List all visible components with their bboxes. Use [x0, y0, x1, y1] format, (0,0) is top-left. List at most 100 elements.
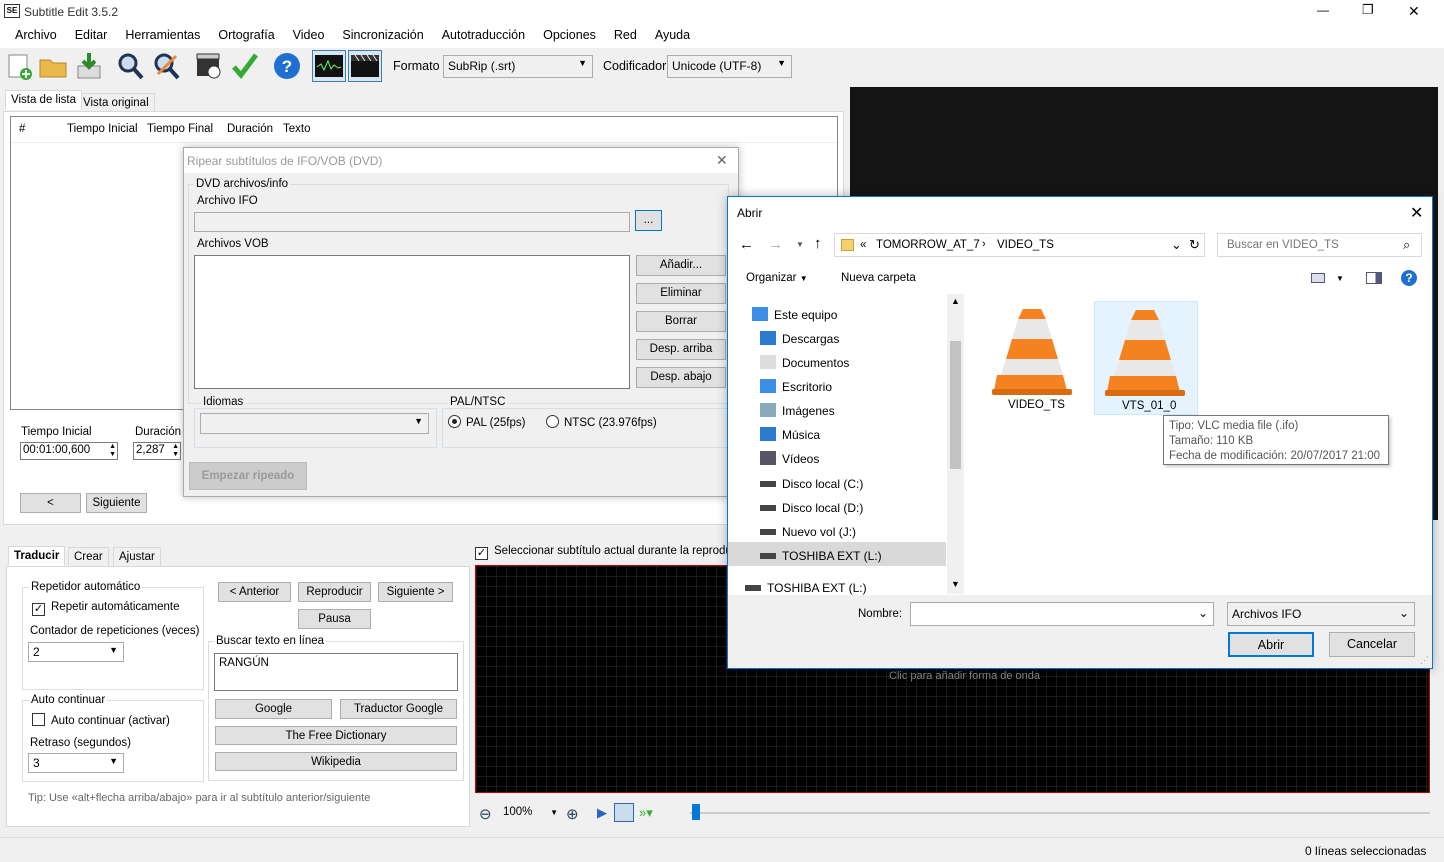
- slider-thumb[interactable]: [692, 804, 700, 820]
- menu-ayuda[interactable]: Ayuda: [646, 24, 699, 48]
- close-button[interactable]: ✕: [1408, 3, 1420, 20]
- vob-files-list[interactable]: [194, 255, 630, 389]
- tree-item[interactable]: Vídeos: [760, 451, 819, 466]
- close-icon[interactable]: ✕: [1410, 203, 1423, 223]
- tree-item[interactable]: Nuevo vol (J:): [760, 523, 856, 539]
- auto-repeat-checkbox[interactable]: ✓ Repetir automáticamente: [32, 601, 179, 616]
- waveform-toggle-icon[interactable]: [312, 50, 346, 82]
- tab-create[interactable]: Crear: [68, 547, 109, 567]
- download-icon[interactable]: [74, 50, 104, 82]
- tree-item[interactable]: Este equipo: [752, 307, 837, 322]
- browse-ifo-button[interactable]: ...: [635, 210, 662, 231]
- select-current-checkbox[interactable]: ✓ Seleccionar subtítulo actual durante la…: [475, 545, 759, 560]
- tree-scrollbar[interactable]: ▲ ▼: [947, 294, 964, 594]
- tab-adjust[interactable]: Ajustar: [113, 547, 161, 567]
- search-box[interactable]: Buscar en VIDEO_TS ⌕: [1217, 233, 1422, 257]
- format-select[interactable]: SubRip (.srt) ▼: [443, 55, 593, 78]
- minimize-button[interactable]: —: [1317, 3, 1329, 17]
- chevron-down-icon[interactable]: ▼: [1336, 274, 1344, 283]
- ntsc-radio[interactable]: NTSC (23.976fps): [546, 415, 657, 429]
- fast-forward-icon[interactable]: »▾: [639, 805, 653, 821]
- close-icon[interactable]: ✕: [716, 152, 728, 169]
- tree-item[interactable]: Imágenes: [760, 403, 835, 418]
- chevron-down-icon[interactable]: ⌄: [1198, 606, 1208, 620]
- encoding-select[interactable]: Unicode (UTF-8) ▼: [667, 55, 792, 78]
- tree-item[interactable]: Descargas: [760, 331, 839, 346]
- file-type-select[interactable]: Archivos IFO ⌄: [1227, 602, 1415, 626]
- up-icon[interactable]: ↑: [814, 235, 822, 252]
- column-duration[interactable]: Duración: [227, 123, 273, 135]
- menu-sincronizacion[interactable]: Sincronización: [333, 24, 432, 48]
- next-button[interactable]: Siguiente >: [378, 582, 453, 602]
- chevron-down-icon[interactable]: ⌄: [1171, 237, 1182, 253]
- tree-item[interactable]: TOSHIBA EXT (L:): [760, 547, 882, 563]
- move-up-button[interactable]: Desp. arriba: [636, 339, 726, 360]
- replace-icon[interactable]: [152, 50, 182, 82]
- tab-translate[interactable]: Traducir: [8, 546, 66, 566]
- menu-video[interactable]: Video: [284, 24, 334, 48]
- auto-continue-checkbox[interactable]: Auto continuar (activar): [32, 713, 170, 727]
- column-number[interactable]: #: [19, 123, 25, 135]
- repeat-count-select[interactable]: 2 ▼: [28, 642, 124, 662]
- chevron-down-icon[interactable]: ▼: [796, 240, 804, 249]
- ifo-file-input[interactable]: [194, 212, 630, 232]
- grid-icon[interactable]: [614, 803, 634, 822]
- tree-item[interactable]: Documentos: [760, 355, 849, 370]
- column-end-time[interactable]: Tiempo Final: [147, 123, 213, 135]
- filename-input[interactable]: ⌄: [910, 602, 1214, 626]
- scroll-thumb[interactable]: [950, 341, 961, 469]
- column-text[interactable]: Texto: [283, 123, 311, 135]
- menu-ortografia[interactable]: Ortografía: [209, 24, 283, 48]
- menu-archivo[interactable]: Archivo: [6, 24, 66, 48]
- help-icon[interactable]: ?: [1401, 270, 1417, 286]
- scroll-up-icon[interactable]: ▲: [951, 296, 960, 306]
- add-vob-button[interactable]: Añadir...: [636, 255, 726, 276]
- menu-herramientas[interactable]: Herramientas: [116, 24, 209, 48]
- menu-red[interactable]: Red: [605, 24, 646, 48]
- scroll-down-icon[interactable]: ▼: [951, 579, 960, 589]
- google-button[interactable]: Google: [215, 699, 332, 719]
- pause-button[interactable]: Pausa: [298, 609, 371, 629]
- help-icon[interactable]: ?: [272, 50, 302, 82]
- open-folder-icon[interactable]: [38, 50, 68, 82]
- position-slider[interactable]: [690, 804, 1430, 820]
- search-text-input[interactable]: RANGÚN: [214, 653, 458, 691]
- start-rip-button[interactable]: Empezar ripeado: [189, 462, 307, 490]
- spinner-icon[interactable]: ▲ ▼: [109, 443, 116, 459]
- new-folder-button[interactable]: Nueva carpeta: [841, 272, 916, 284]
- tab-list-view[interactable]: Vista de lista: [5, 90, 82, 110]
- spinner-icon[interactable]: ▲ ▼: [172, 443, 179, 459]
- play-icon[interactable]: ▶: [597, 805, 607, 821]
- visual-sync-icon[interactable]: [194, 50, 224, 82]
- tree-item[interactable]: Música: [760, 427, 820, 442]
- preview-pane-icon[interactable]: [1366, 272, 1382, 284]
- tree-item[interactable]: Disco local (C:): [760, 475, 863, 491]
- video-toggle-icon[interactable]: [348, 50, 382, 82]
- address-bar[interactable]: « TOMORROW_AT_7 › VIDEO_TS ⌄ ↻: [834, 233, 1205, 257]
- file-item-video-ts[interactable]: VIDEO_TS: [982, 301, 1086, 415]
- previous-button[interactable]: < Anterior: [218, 582, 291, 602]
- tree-item[interactable]: Disco local (D:): [760, 499, 863, 515]
- languages-select[interactable]: ▼: [200, 413, 429, 434]
- clear-vob-button[interactable]: Borrar: [636, 311, 726, 332]
- menu-editar[interactable]: Editar: [66, 24, 117, 48]
- breadcrumb-video-ts[interactable]: VIDEO_TS: [997, 239, 1054, 251]
- play-button[interactable]: Reproducir: [298, 582, 371, 602]
- google-translate-button[interactable]: Traductor Google: [340, 699, 457, 719]
- pal-radio[interactable]: PAL (25fps): [448, 415, 525, 429]
- forward-icon[interactable]: →: [768, 236, 783, 253]
- resize-grip-icon[interactable]: ⋰: [1420, 655, 1429, 666]
- new-file-icon[interactable]: [4, 50, 34, 82]
- duration-input[interactable]: 2,287 ▲ ▼: [133, 442, 181, 460]
- file-item-vts-01-0[interactable]: VTS_01_0: [1094, 301, 1198, 415]
- start-time-input[interactable]: 00:01:00,600 ▲ ▼: [20, 442, 118, 460]
- spell-check-icon[interactable]: [230, 50, 260, 82]
- wikipedia-button[interactable]: Wikipedia: [215, 752, 457, 771]
- cancel-button[interactable]: Cancelar: [1329, 632, 1415, 657]
- breadcrumb-tomorrow[interactable]: TOMORROW_AT_7: [876, 239, 980, 251]
- tree-item[interactable]: TOSHIBA EXT (L:): [745, 579, 867, 595]
- organize-menu[interactable]: Organizar ▼: [746, 272, 808, 284]
- open-button[interactable]: Abrir: [1228, 632, 1314, 657]
- zoom-select[interactable]: 100% ▼: [503, 806, 558, 818]
- refresh-icon[interactable]: ↻: [1189, 237, 1200, 253]
